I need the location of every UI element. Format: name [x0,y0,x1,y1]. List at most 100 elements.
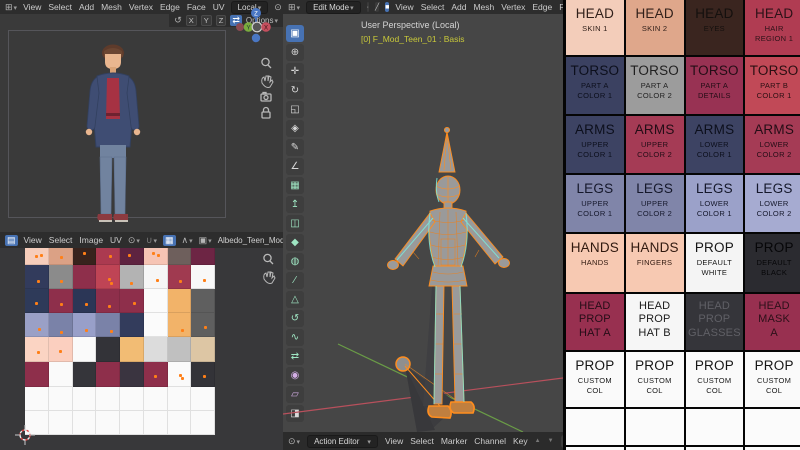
layer-up-icon[interactable]: ▲ [535,438,541,444]
uv-vertex-dot[interactable] [109,255,112,258]
uv-vertex-dot[interactable] [181,377,184,380]
uv-vertex-dot[interactable] [60,256,63,259]
legend-cell-r4-c1: LEGS UPPER COLOR 1 [566,175,624,232]
menu-item-select[interactable]: Select [48,2,72,12]
menu-item-mesh[interactable]: Mesh [101,2,122,12]
mirror-z-toggle[interactable]: Z [215,15,227,26]
menu-item-vertex[interactable]: Vertex [129,2,153,12]
menu-item-face[interactable]: Face [187,2,206,12]
legend-cell-subtitle: UPPER [640,199,669,208]
action-editor-mode-dropdown[interactable]: Action Editor ▾ [307,434,378,448]
navigation-gizmo[interactable]: Z Y X [233,4,279,50]
uv-vertex-dot[interactable] [37,280,40,283]
uv-vertex-dot[interactable] [203,279,206,282]
menu-item-add[interactable]: Add [451,2,466,12]
menu-item-view[interactable]: View [23,2,41,12]
uv-vertex-dot[interactable] [60,280,63,283]
uv-vertex-dot[interactable] [60,331,63,334]
menu-item-uv[interactable]: UV [110,235,122,245]
uv-vertex-dot[interactable] [181,329,184,332]
uv-vertex-dot[interactable] [157,254,160,257]
uv-vertex-dot[interactable] [130,282,133,285]
menu-item-view[interactable]: View [395,2,413,12]
viewport-edit-mode[interactable]: ⊞▾ Edit Mode▾ · ╱ ■ View Select Add Mesh Ver… [283,0,563,450]
browse-image-icon[interactable]: ▣▾ [199,235,212,246]
texture-swatch-r6-c2 [48,362,73,387]
vertex-select-icon[interactable]: · [366,2,369,12]
uv-vertex-dot[interactable] [35,302,38,305]
action-editor-bar: ⊙▾ Action Editor ▾ View Select Marker Channe… [283,432,563,450]
menu-item-edge[interactable]: Edge [160,2,180,12]
uv-vertex-dot[interactable] [128,254,131,257]
legend-cell-subtitle: HAIR [764,24,784,33]
menu-item-view[interactable]: View [385,436,403,446]
mode-dropdown[interactable]: Edit Mode▾ [306,0,361,14]
magnet-icon[interactable]: ∪▾ [146,235,157,246]
face-select-icon[interactable]: ■ [385,2,390,12]
uv-vertex-dot[interactable] [156,279,159,282]
mirror-y-toggle[interactable]: Y [200,15,212,26]
legend-cell-subtitle: CUSTOM [697,376,732,385]
pivot-icon[interactable]: ⊙▾ [128,235,140,246]
texture-swatch-r5-c5 [120,337,144,362]
menu-item-vertex[interactable]: Vertex [501,2,525,12]
menu-item-edge[interactable]: Edge [532,2,552,12]
menu-item-select[interactable]: Select [410,436,434,446]
uv-vertex-dot[interactable] [38,328,41,331]
legend-cell-r2-c2: TORSO PART A COLOR 2 [625,57,684,114]
uv-vertex-dot[interactable] [59,350,62,353]
menu-item-key[interactable]: Key [513,436,528,446]
uv-vertex-dot[interactable] [37,351,40,354]
mirror-x-toggle[interactable]: X [185,15,197,26]
menu-item-mesh[interactable]: Mesh [473,2,494,12]
uv-vertex-dot[interactable] [133,302,136,305]
menu-item-select[interactable]: Select [421,2,445,12]
menu-item-marker[interactable]: Marker [441,436,467,446]
uv-vertex-dot[interactable] [204,326,207,329]
palette-texture-image[interactable] [25,248,215,435]
uv-vertex-dot[interactable] [108,305,111,308]
uv-vertex-dot[interactable] [154,375,157,378]
uv-vertex-dot[interactable] [179,280,182,283]
svg-text:X: X [264,25,268,31]
legend-cell-r5-c2: HANDS FINGERS [625,234,684,292]
menu-item-image[interactable]: Image [79,235,103,245]
layer-down-icon[interactable]: ▼ [548,438,554,444]
viewport-shaded[interactable]: ⊞▾ View Select Add Mesh Vertex Edge Face UV Loc… [0,0,283,232]
image-editor-type-icon[interactable]: ▤ [5,234,18,246]
texture-swatch-r4-c1 [25,313,49,337]
uv-image-editor[interactable]: ▤ View Select Image UV ⊙▾ ∪▾ ▦ ∧▾ ▣▾ Albedo… [0,232,283,450]
uv-vertex-dot[interactable] [152,252,155,255]
editor-type-icon[interactable]: ⊞▾ [288,2,300,13]
snap-icon[interactable]: ▦ [163,234,176,246]
legend-cell-subtitle: REGION 1 [755,33,794,43]
uv-vertex-dot[interactable] [108,278,111,281]
uv-vertex-dot[interactable] [110,282,113,285]
uv-vertex-dot[interactable] [83,252,86,255]
uv-vertex-dot[interactable] [85,329,88,332]
menu-item-channel[interactable]: Channel [474,436,506,446]
image-filename[interactable]: Albedo_Teen_Mod_01-01.png [218,236,283,245]
texture-swatch-r8-c5 [120,411,144,435]
uv-vertex-dot[interactable] [60,303,63,306]
viewport-b-header: ⊞▾ Edit Mode▾ · ╱ ■ View Select Add Mesh Ver… [283,0,563,14]
uv-vertex-dot[interactable] [35,255,38,258]
menu-item-uv[interactable]: UV [213,2,225,12]
legend-cell-r3-c1: ARMS UPPER COLOR 1 [566,116,624,173]
falloff-icon[interactable]: ∧▾ [182,235,193,246]
dope-sheet-editor-icon[interactable]: ⊙▾ [288,436,300,447]
viewport-a-side-icons[interactable] [258,56,274,122]
uv-vertex-dot[interactable] [203,375,206,378]
menu-item-add[interactable]: Add [79,2,94,12]
menu-item-select[interactable]: Select [49,235,73,245]
mirror-icon[interactable]: ↺ [174,15,182,26]
menu-item-view[interactable]: View [24,235,42,245]
editor-type-icon[interactable]: ⊞▾ [5,2,17,13]
image-editor-side-icons[interactable] [260,252,276,292]
uv-vertex-dot[interactable] [40,254,43,257]
uv-vertex-dot[interactable] [85,303,88,306]
uv-vertex-dot[interactable] [110,330,113,333]
image-editor-header: ▤ View Select Image UV ⊙▾ ∪▾ ▦ ∧▾ ▣▾ Albedo… [0,232,283,248]
edge-select-icon[interactable]: ╱ [374,2,380,12]
legend-cell-subtitle: COL [706,385,723,395]
